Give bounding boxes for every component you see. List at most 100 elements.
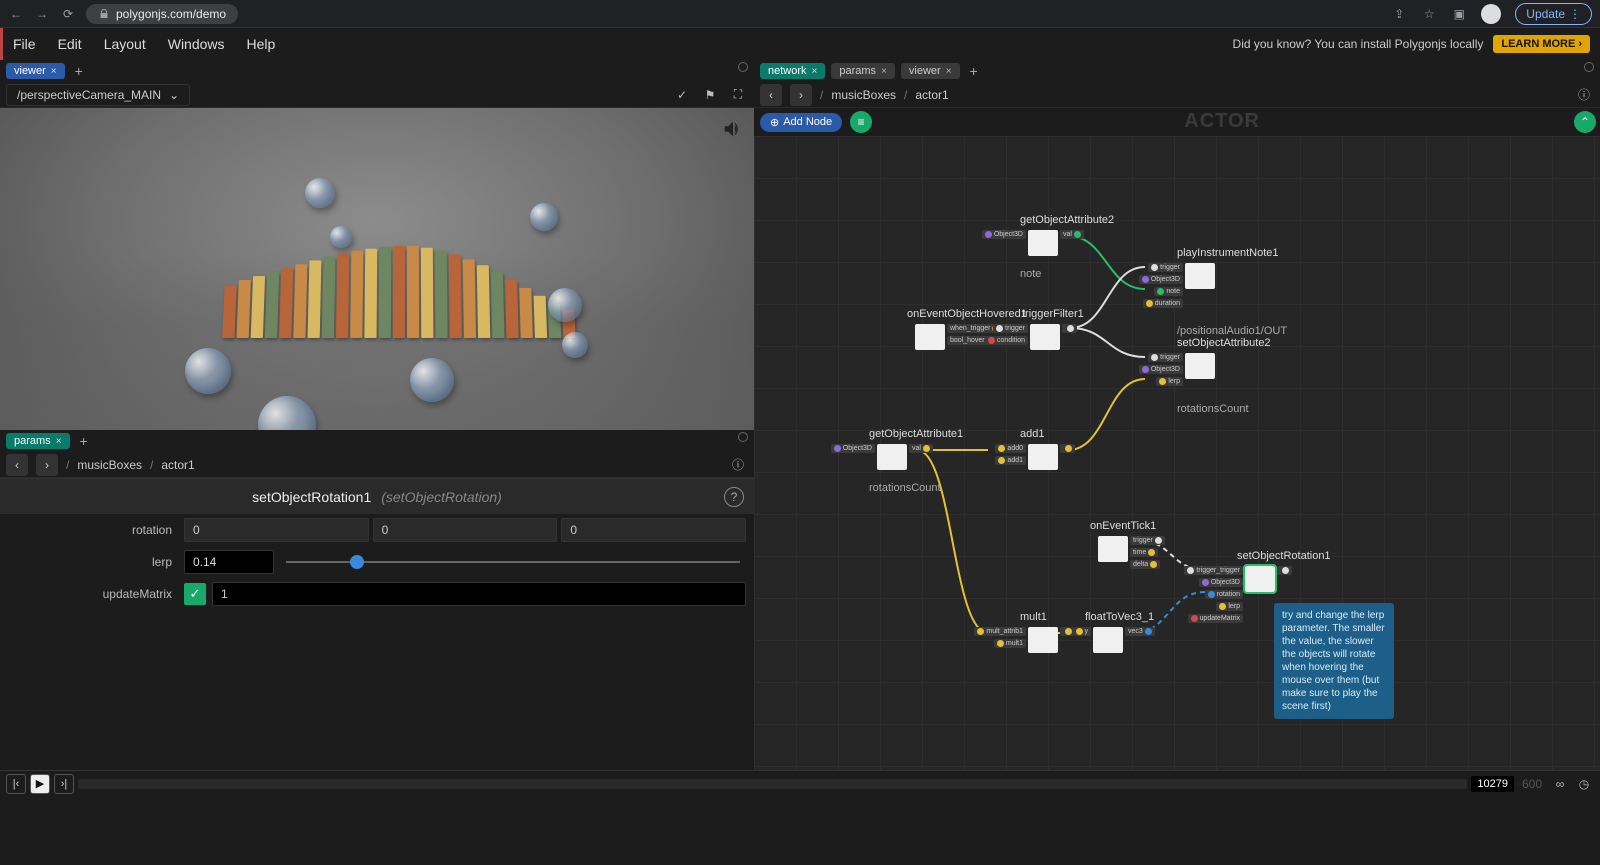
tab-viewer-right[interactable]: viewer× — [901, 63, 960, 79]
share-icon[interactable]: ⇪ — [1391, 6, 1407, 22]
input-port[interactable]: Object3D — [831, 444, 875, 453]
input-port[interactable]: trigger — [1148, 263, 1183, 272]
current-frame[interactable]: 10279 — [1471, 776, 1514, 792]
menu-help[interactable]: Help — [247, 36, 276, 52]
node-graph[interactable]: try and change the lerp parameter. The s… — [754, 136, 1600, 770]
add-tab-button[interactable]: + — [71, 63, 87, 79]
node-getObjectAttribute2[interactable]: getObjectAttribute2Object3Dvalnote — [1028, 230, 1058, 256]
back-icon[interactable]: ← — [8, 6, 24, 22]
node-body[interactable] — [915, 324, 945, 350]
forward-icon[interactable]: → — [34, 6, 50, 22]
output-port[interactable]: val — [909, 444, 933, 453]
bookmark-icon[interactable]: ☆ — [1421, 6, 1437, 22]
input-port[interactable]: lerp — [1216, 602, 1243, 611]
node-body[interactable] — [1028, 627, 1058, 653]
input-port[interactable]: duration — [1143, 299, 1183, 308]
menu-layout[interactable]: Layout — [104, 36, 146, 52]
input-port[interactable]: lerp — [1156, 377, 1183, 386]
node-triggerFilter1[interactable]: triggerFilter1triggercondition — [1030, 324, 1060, 350]
flag-icon[interactable]: ⚑ — [700, 85, 720, 105]
tab-params-right[interactable]: params× — [831, 63, 895, 79]
timeline-track[interactable] — [78, 779, 1467, 789]
check-icon[interactable]: ✓ — [672, 85, 692, 105]
input-port[interactable]: condition — [985, 336, 1028, 345]
info-icon[interactable]: ⓘ — [728, 455, 748, 475]
menu-file[interactable]: File — [13, 36, 36, 52]
add-node-button[interactable]: ⊕ Add Node — [760, 113, 842, 132]
crumb-musicboxes[interactable]: musicBoxes — [77, 458, 142, 472]
camera-selector[interactable]: /perspectiveCamera_MAIN ⌄ — [6, 84, 190, 106]
profile-avatar[interactable] — [1481, 4, 1501, 24]
menu-windows[interactable]: Windows — [168, 36, 225, 52]
lerp-slider[interactable] — [280, 552, 746, 572]
output-port[interactable] — [1060, 444, 1075, 453]
frame-first-button[interactable]: |‹ — [6, 774, 26, 794]
node-mult1[interactable]: mult1mult_attrib1mult1 — [1028, 627, 1058, 653]
crumb-actor1[interactable]: actor1 — [915, 88, 948, 102]
learn-more-button[interactable]: LEARN MORE › — [1493, 35, 1590, 53]
info-icon[interactable]: ⓘ — [1574, 85, 1594, 105]
node-playInstrumentNote1[interactable]: playInstrumentNote1triggerObject3Dnotedu… — [1185, 263, 1215, 289]
browser-update-button[interactable]: Update ⋮ — [1515, 3, 1592, 25]
input-port[interactable]: Object3D — [982, 230, 1026, 239]
fullscreen-icon[interactable]: ⛶ — [728, 85, 748, 105]
node-body[interactable] — [1098, 536, 1128, 562]
crumb-musicboxes[interactable]: musicBoxes — [831, 88, 896, 102]
input-port[interactable]: note — [1154, 287, 1183, 296]
url-bar[interactable]: polygonjs.com/demo — [86, 4, 238, 24]
node-body[interactable] — [1185, 353, 1215, 379]
input-port[interactable]: rotation — [1205, 590, 1243, 599]
rotation-y-input[interactable] — [373, 518, 558, 542]
node-floatToVec3_1[interactable]: floatToVec3_1yvec3 — [1093, 627, 1123, 653]
node-add1[interactable]: add1add0add1 — [1028, 444, 1058, 470]
play-button[interactable]: ▶ — [30, 774, 50, 794]
updatematrix-checkbox[interactable]: ✓ — [184, 583, 206, 605]
viewport-3d[interactable] — [0, 108, 754, 430]
panel-drag-handle[interactable] — [738, 62, 748, 72]
list-toggle-button[interactable]: ≡ — [850, 111, 872, 133]
help-icon[interactable]: ? — [724, 487, 744, 507]
node-onEventObjectHovered1[interactable]: onEventObjectHovered1when_triggerbool_ho… — [915, 324, 945, 350]
input-port[interactable]: mult_attrib1 — [974, 627, 1026, 636]
input-port[interactable]: Object3D — [1199, 578, 1243, 587]
output-port[interactable]: vec3 — [1125, 627, 1155, 636]
input-port[interactable]: trigger — [993, 324, 1028, 333]
close-icon[interactable]: × — [946, 66, 952, 77]
output-port[interactable]: trigger — [1130, 536, 1165, 545]
node-onEventTick1[interactable]: onEventTick1triggertimedelta — [1098, 536, 1128, 562]
nav-back-button[interactable]: ‹ — [6, 454, 28, 476]
tab-network[interactable]: network× — [760, 63, 825, 79]
input-port[interactable]: add0 — [995, 444, 1026, 453]
go-up-button[interactable]: ⌃ — [1574, 111, 1596, 133]
node-body[interactable] — [1093, 627, 1123, 653]
input-port[interactable]: mult1 — [994, 639, 1026, 648]
output-port[interactable]: val — [1060, 230, 1084, 239]
nav-forward-button[interactable]: › — [790, 84, 812, 106]
output-port[interactable] — [1062, 324, 1077, 333]
frame-last-button[interactable]: ›| — [54, 774, 74, 794]
close-icon[interactable]: × — [51, 66, 57, 77]
loop-icon[interactable]: ∞ — [1550, 774, 1570, 794]
close-icon[interactable]: × — [881, 66, 887, 77]
slider-thumb[interactable] — [350, 555, 364, 569]
menu-edit[interactable]: Edit — [58, 36, 82, 52]
input-port[interactable]: Object3D — [1139, 275, 1183, 284]
rotation-x-input[interactable] — [184, 518, 369, 542]
node-getObjectAttribute1[interactable]: getObjectAttribute1Object3DvalrotationsC… — [877, 444, 907, 470]
nav-back-button[interactable]: ‹ — [760, 84, 782, 106]
output-port[interactable]: delta — [1130, 560, 1160, 569]
nav-forward-button[interactable]: › — [36, 454, 58, 476]
rotation-z-input[interactable] — [561, 518, 746, 542]
lerp-value-input[interactable] — [184, 550, 274, 574]
node-body[interactable] — [1028, 230, 1058, 256]
reload-icon[interactable]: ⟳ — [60, 6, 76, 22]
clock-icon[interactable]: ◷ — [1574, 774, 1594, 794]
output-port[interactable] — [1277, 566, 1292, 575]
node-body[interactable] — [1245, 566, 1275, 592]
node-setObjectRotation1[interactable]: setObjectRotation1trigger_triggerObject3… — [1245, 566, 1275, 592]
tab-viewer[interactable]: viewer × — [6, 63, 65, 79]
input-port[interactable]: trigger_trigger — [1184, 566, 1243, 575]
input-port[interactable]: trigger — [1148, 353, 1183, 362]
panel-drag-handle[interactable] — [1584, 62, 1594, 72]
add-tab-button[interactable]: + — [966, 63, 982, 79]
